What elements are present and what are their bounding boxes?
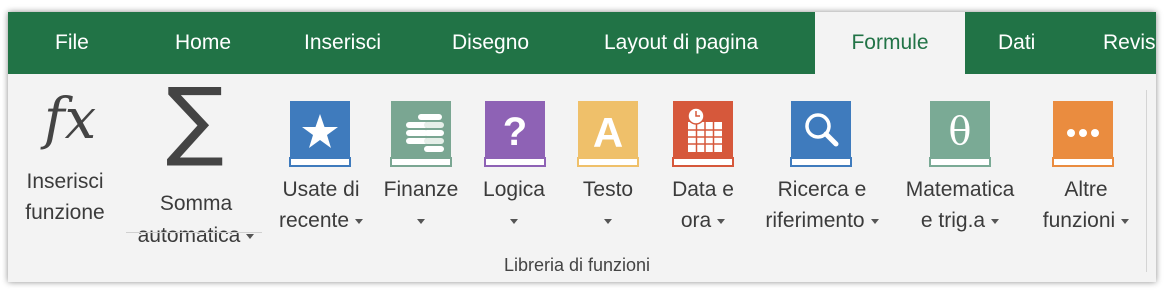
financial-label: Finanze <box>383 178 459 201</box>
autosum-label-1: Somma <box>159 192 233 215</box>
insert-function-label-2: funzione <box>25 201 105 224</box>
ribbon-formulas: fx Inserisci funzione ∑ Somma automatica… <box>8 74 1156 282</box>
text-label: Testo <box>582 178 634 201</box>
chevron-down-icon <box>991 218 1000 224</box>
excel-window: File Home Inserisci Disegno Layout di pa… <box>8 12 1156 282</box>
recently-used-label-2: recente <box>271 205 371 236</box>
fx-icon: fx <box>43 87 97 152</box>
chevron-down-icon <box>355 218 364 224</box>
autosum-label-2: automatica <box>126 220 266 251</box>
lookup-reference-label-2: riferimento <box>752 205 892 236</box>
ribbon-tab-bar: File Home Inserisci Disegno Layout di pa… <box>8 12 1156 74</box>
magnifier-book-icon <box>790 101 852 167</box>
svg-text:θ: θ <box>949 109 972 153</box>
more-functions-label-1: Altre <box>1064 178 1108 201</box>
svg-text:?: ? <box>503 110 527 154</box>
insert-function-label-1: Inserisci <box>26 170 104 193</box>
tab-draw[interactable]: Disegno <box>452 12 529 74</box>
sigma-icon: ∑ <box>166 70 224 170</box>
logical-button[interactable]: ? Logica <box>472 82 556 242</box>
text-book-icon: A <box>577 101 639 167</box>
question-book-icon: ? <box>484 101 546 167</box>
text-button[interactable]: A Testo <box>568 82 648 242</box>
recently-used-label-1: Usate di <box>282 178 360 201</box>
insert-function-button[interactable]: fx Inserisci funzione <box>13 82 117 242</box>
financial-button[interactable]: Finanze <box>374 82 468 242</box>
chevron-down-icon <box>510 218 518 224</box>
math-trig-label-1: Matematica <box>905 178 1015 201</box>
text-dropdown <box>568 205 648 236</box>
chevron-down-icon <box>417 218 425 224</box>
recently-used-button[interactable]: Usate di recente <box>271 82 371 242</box>
lookup-reference-button[interactable]: Ricerca e riferimento <box>752 82 892 242</box>
logical-label: Logica <box>483 178 545 201</box>
date-time-label-2: ora <box>658 205 748 236</box>
calendar-book-icon <box>672 101 734 167</box>
logical-dropdown <box>472 205 556 236</box>
lookup-reference-label-1: Ricerca e <box>777 178 867 201</box>
date-time-label-1: Data e <box>672 178 734 201</box>
more-functions-label-2: funzioni <box>1032 205 1140 236</box>
date-time-button[interactable]: Data e ora <box>658 82 748 242</box>
tab-home[interactable]: Home <box>175 12 231 74</box>
function-library-group-label: Libreria di funzioni <box>503 255 651 275</box>
coins-book-icon <box>390 101 452 167</box>
star-book-icon <box>289 101 351 167</box>
chevron-down-icon <box>246 233 255 239</box>
tab-insert[interactable]: Inserisci <box>304 12 381 74</box>
autosum-split-divider <box>126 232 262 233</box>
chevron-down-icon <box>604 218 612 224</box>
chevron-down-icon <box>1121 218 1130 224</box>
more-functions-button[interactable]: Altre funzioni <box>1032 82 1140 242</box>
autosum-button[interactable]: ∑ Somma automatica <box>126 74 266 252</box>
svg-text:A: A <box>593 109 623 156</box>
tab-formulas[interactable]: Formule <box>815 12 965 74</box>
math-trig-label-2: e trig.a <box>896 205 1024 236</box>
tab-file[interactable]: File <box>55 12 89 74</box>
more-book-icon <box>1052 101 1114 167</box>
group-divider <box>1146 90 1147 272</box>
chevron-down-icon <box>717 218 726 224</box>
tab-data[interactable]: Dati <box>998 12 1035 74</box>
tab-review[interactable]: Revis <box>1103 12 1156 74</box>
math-trig-button[interactable]: θ Matematica e trig.a <box>896 82 1024 242</box>
chevron-down-icon <box>870 218 879 224</box>
theta-book-icon: θ <box>929 101 991 167</box>
financial-dropdown <box>374 205 468 236</box>
tab-page-layout[interactable]: Layout di pagina <box>604 12 758 74</box>
